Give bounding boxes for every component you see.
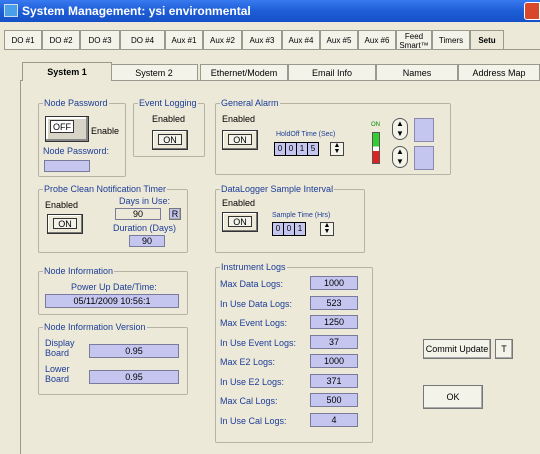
power-up-field: 05/11/2009 10:56:1 bbox=[45, 294, 179, 308]
log-value: 371 bbox=[310, 373, 358, 388]
log-label: In Use Cal Logs: bbox=[220, 415, 287, 426]
node-password-toggle[interactable]: OFF bbox=[45, 116, 89, 142]
tab-aux-1[interactable]: Aux #1 bbox=[165, 30, 203, 50]
holdoff-digits[interactable]: 0015 bbox=[274, 142, 319, 156]
alarm-setpoint-low[interactable] bbox=[414, 146, 434, 170]
tab-do-3[interactable]: DO #3 bbox=[80, 30, 120, 50]
tab-feed-smart-[interactable]: Feed Smart™ bbox=[396, 30, 432, 50]
system1-panel: Node Password OFF Enable Node Password: … bbox=[20, 80, 540, 454]
subtab-ethernet-modem[interactable]: Ethernet/Modem bbox=[200, 64, 288, 80]
probe-clean-group: Probe Clean Notification Timer Enabled O… bbox=[38, 184, 188, 253]
node-version-group: Node Information Version Display Board 0… bbox=[38, 322, 188, 395]
log-label: Max Data Logs: bbox=[220, 279, 284, 289]
datalogger-status: Enabled bbox=[222, 198, 256, 208]
subtab-email-info[interactable]: Email Info bbox=[288, 64, 376, 80]
general-alarm-status: Enabled bbox=[222, 114, 256, 124]
lower-board-label: Lower Board bbox=[45, 364, 70, 384]
enable-label: Enable bbox=[91, 126, 120, 136]
probe-clean-button[interactable]: ON bbox=[47, 214, 83, 234]
duration-field[interactable]: 90 bbox=[129, 235, 165, 247]
datalogger-button[interactable]: ON bbox=[222, 212, 258, 232]
duration-label: Duration (Days) bbox=[113, 223, 177, 233]
alarm-indicator-icon bbox=[372, 132, 380, 164]
spin-up-down-icon[interactable]: ▲ ▼ bbox=[392, 146, 408, 168]
log-value: 37 bbox=[310, 334, 358, 349]
group-legend: Event Logging bbox=[138, 98, 198, 108]
subtab-system-2[interactable]: System 2 bbox=[110, 64, 198, 80]
display-board-label: Display Board bbox=[45, 338, 75, 358]
tab-do-2[interactable]: DO #2 bbox=[42, 30, 80, 50]
group-legend: DataLogger Sample Interval bbox=[220, 184, 335, 194]
log-value: 1250 bbox=[310, 315, 358, 329]
event-logging-status: Enabled bbox=[152, 114, 186, 124]
node-information-group: Node Information Power Up Date/Time: 05/… bbox=[38, 266, 188, 315]
tab-timers[interactable]: Timers bbox=[432, 30, 470, 50]
tab-setu[interactable]: Setu bbox=[470, 30, 504, 50]
holdoff-label: HoldOff Time (Sec) bbox=[276, 131, 336, 138]
power-up-label: Power Up Date/Time: bbox=[71, 282, 157, 292]
off-label: OFF bbox=[50, 120, 74, 133]
subtab-address-map[interactable]: Address Map bbox=[458, 64, 540, 80]
title-bar: System Management: ysi environmental bbox=[0, 0, 540, 22]
tab-aux-4[interactable]: Aux #4 bbox=[282, 30, 320, 50]
tab-divider bbox=[4, 49, 540, 50]
spin-up-down-icon[interactable]: ▲ ▼ bbox=[392, 118, 408, 140]
app-icon bbox=[4, 4, 18, 17]
log-label: Max E2 Logs: bbox=[220, 357, 276, 367]
log-label: In Use Data Logs: bbox=[220, 298, 293, 309]
node-password-field[interactable] bbox=[44, 160, 90, 172]
commit-update-button[interactable]: Commit Update bbox=[423, 339, 491, 359]
node-password-label: Node Password: bbox=[43, 146, 110, 156]
days-in-use-field: 90 bbox=[115, 208, 161, 220]
spin-up-down-icon[interactable]: ▲ ▼ bbox=[320, 222, 334, 236]
tab-do-4[interactable]: DO #4 bbox=[120, 30, 165, 50]
log-value: 500 bbox=[310, 393, 358, 407]
subtab-system-1[interactable]: System 1 bbox=[22, 62, 112, 81]
sample-time-digits[interactable]: 001 bbox=[272, 222, 306, 236]
group-legend: Node Password bbox=[43, 98, 109, 108]
sample-time-label: Sample Time (Hrs) bbox=[272, 212, 331, 219]
tab-do-1[interactable]: DO #1 bbox=[4, 30, 42, 50]
node-password-group: Node Password OFF Enable Node Password: bbox=[38, 98, 126, 177]
group-legend: Probe Clean Notification Timer bbox=[43, 184, 168, 194]
general-alarm-group: General Alarm Enabled ON HoldOff Time (S… bbox=[215, 98, 451, 175]
close-icon[interactable] bbox=[524, 2, 540, 20]
window-title: System Management: ysi environmental bbox=[22, 4, 251, 18]
group-legend: Instrument Logs bbox=[220, 262, 287, 272]
on-indicator-label: ON bbox=[371, 122, 380, 128]
group-legend: Node Information bbox=[43, 266, 115, 276]
log-label: Max Event Logs: bbox=[220, 318, 288, 328]
days-in-use-label: Days in Use: bbox=[119, 196, 171, 206]
log-label: In Use E2 Logs: bbox=[220, 376, 285, 387]
reset-button[interactable]: R bbox=[169, 208, 181, 220]
ok-button[interactable]: OK bbox=[423, 385, 483, 409]
tab-aux-5[interactable]: Aux #5 bbox=[320, 30, 358, 50]
lower-board-field: 0.95 bbox=[89, 370, 179, 384]
group-legend: General Alarm bbox=[220, 98, 280, 108]
probe-clean-status: Enabled bbox=[45, 200, 79, 210]
log-label: In Use Event Logs: bbox=[220, 337, 297, 348]
subtab-names[interactable]: Names bbox=[376, 64, 458, 80]
general-alarm-button[interactable]: ON bbox=[222, 130, 258, 150]
spin-up-down-icon[interactable]: ▲ ▼ bbox=[330, 142, 344, 156]
log-value: 1000 bbox=[310, 354, 358, 368]
log-value: 4 bbox=[310, 412, 358, 427]
alarm-setpoint-high[interactable] bbox=[414, 118, 434, 142]
log-value: 1000 bbox=[310, 276, 358, 290]
group-legend: Node Information Version bbox=[43, 322, 147, 332]
instrument-logs-group: Instrument Logs Max Data Logs: 1000 In Use… bbox=[215, 262, 373, 443]
display-board-field: 0.95 bbox=[89, 344, 179, 358]
t-button[interactable]: T bbox=[495, 339, 513, 359]
log-label: Max Cal Logs: bbox=[220, 396, 278, 406]
event-logging-group: Event Logging Enabled ON bbox=[133, 98, 205, 157]
event-logging-button[interactable]: ON bbox=[152, 130, 188, 150]
tab-aux-2[interactable]: Aux #2 bbox=[203, 30, 242, 50]
log-value: 523 bbox=[310, 295, 358, 310]
datalogger-group: DataLogger Sample Interval Enabled ON Sa… bbox=[215, 184, 365, 253]
tab-aux-6[interactable]: Aux #6 bbox=[358, 30, 396, 50]
tab-aux-3[interactable]: Aux #3 bbox=[242, 30, 282, 50]
